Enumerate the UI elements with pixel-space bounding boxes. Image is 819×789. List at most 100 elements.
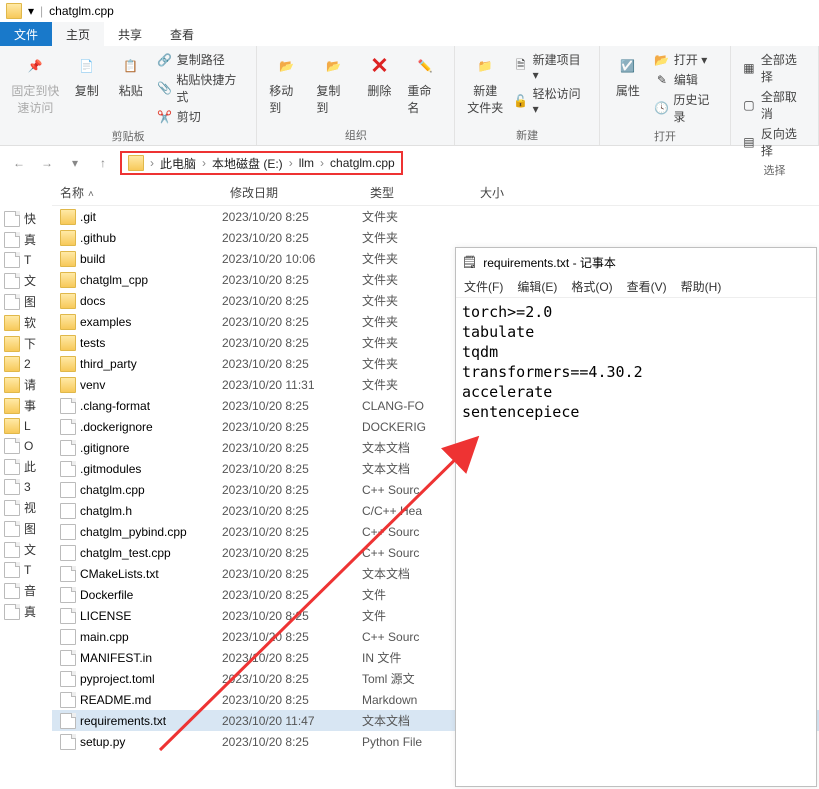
properties-button[interactable]: ☑️属性 xyxy=(608,50,648,101)
paste-button[interactable]: 📋粘贴 xyxy=(111,50,151,101)
pc-icon xyxy=(4,459,20,475)
invert-selection-button[interactable]: ▤反向选择 xyxy=(739,124,810,160)
select-all-button[interactable]: ▦全部选择 xyxy=(739,50,810,86)
notepad-body[interactable]: torch>=2.0 tabulate tqdm transformers==4… xyxy=(456,298,816,426)
recent-button[interactable]: ▾ xyxy=(64,152,86,174)
sidebar-item[interactable]: 快 xyxy=(0,208,52,229)
sidebar-item[interactable]: T xyxy=(0,250,52,270)
header-size[interactable]: 大小 xyxy=(472,184,532,201)
up-button[interactable]: ↑ xyxy=(92,152,114,174)
sidebar-item-label: 文 xyxy=(24,541,36,558)
sidebar-item[interactable]: 文 xyxy=(0,539,52,560)
move-to-button[interactable]: 📂移动到 xyxy=(265,50,308,118)
sidebar-item-label: 下 xyxy=(24,335,36,352)
file-name: tests xyxy=(80,336,105,350)
sidebar-item[interactable]: 文 xyxy=(0,270,52,291)
menu-format[interactable]: 格式(O) xyxy=(571,278,612,295)
sidebar-item[interactable]: O xyxy=(0,436,52,456)
notepad-title: requirements.txt - 记事本 xyxy=(483,254,616,271)
sidebar-item-label: 此 xyxy=(24,458,36,475)
menu-edit[interactable]: 编辑(E) xyxy=(517,278,557,295)
edit-button[interactable]: ✎编辑 xyxy=(652,70,722,89)
copy-path-button[interactable]: 🔗复制路径 xyxy=(155,50,249,69)
folder-icon xyxy=(60,293,76,309)
chevron-right-icon[interactable]: › xyxy=(287,156,295,170)
sidebar-item-label: 快 xyxy=(24,210,36,227)
chevron-right-icon[interactable]: › xyxy=(200,156,208,170)
sidebar-item[interactable]: 软 xyxy=(0,312,52,333)
sidebar-item[interactable]: 2 xyxy=(0,354,52,374)
sidebar-item-label: 2 xyxy=(24,357,31,371)
select-none-button[interactable]: ▢全部取消 xyxy=(739,87,810,123)
paste-shortcut-button[interactable]: 📎粘贴快捷方式 xyxy=(155,70,249,106)
sidebar-item[interactable]: 此 xyxy=(0,456,52,477)
cut-button[interactable]: ✂️剪切 xyxy=(155,107,249,126)
tab-file[interactable]: 文件 xyxy=(0,22,52,46)
tab-home[interactable]: 主页 xyxy=(52,22,104,46)
file-date: 2023/10/20 8:25 xyxy=(222,651,362,665)
pic-icon xyxy=(4,521,20,537)
delete-button[interactable]: ✕删除 xyxy=(359,50,399,101)
breadcrumb-dir2[interactable]: chatglm.cpp xyxy=(330,156,395,170)
sidebar-item-label: O xyxy=(24,439,33,453)
file-date: 2023/10/20 8:25 xyxy=(222,735,362,749)
file-name: chatglm_cpp xyxy=(80,273,148,287)
back-button[interactable]: ← xyxy=(8,152,30,174)
easy-access-button[interactable]: 🔓轻松访问 ▾ xyxy=(511,84,591,117)
sidebar-item[interactable]: 视 xyxy=(0,497,52,518)
chevron-right-icon[interactable]: › xyxy=(148,156,156,170)
chevron-right-icon[interactable]: › xyxy=(318,156,326,170)
sidebar-item[interactable]: 事 xyxy=(0,395,52,416)
pic-icon xyxy=(4,294,20,310)
rename-button[interactable]: ✏️重命名 xyxy=(403,50,446,118)
menu-view[interactable]: 查看(V) xyxy=(627,278,667,295)
sidebar-item[interactable]: 图 xyxy=(0,518,52,539)
sidebar-item[interactable]: T xyxy=(0,560,52,580)
nav-sidebar[interactable]: 快真T文图软下2请事LO此3视图文T音真 xyxy=(0,180,52,789)
forward-button[interactable]: → xyxy=(36,152,58,174)
file-name: .github xyxy=(80,231,116,245)
sidebar-item[interactable]: 真 xyxy=(0,229,52,250)
file-name: .gitignore xyxy=(80,441,129,455)
breadcrumb-dir1[interactable]: llm xyxy=(299,156,314,170)
breadcrumb-pc[interactable]: 此电脑 xyxy=(160,155,196,172)
file-type: 文件夹 xyxy=(362,229,472,246)
header-date[interactable]: 修改日期 xyxy=(222,184,362,201)
tab-share[interactable]: 共享 xyxy=(104,22,156,46)
copy-button[interactable]: 📄复制 xyxy=(67,50,107,101)
file-row[interactable]: .github2023/10/20 8:25文件夹 xyxy=(52,227,819,248)
breadcrumb-drive[interactable]: 本地磁盘 (E:) xyxy=(212,155,283,172)
sidebar-item[interactable]: 真 xyxy=(0,601,52,622)
sidebar-item[interactable]: 请 xyxy=(0,374,52,395)
file-name: chatglm.cpp xyxy=(80,483,145,497)
sidebar-item[interactable]: 图 xyxy=(0,291,52,312)
new-item-button[interactable]: 🗎新建项目 ▾ xyxy=(511,50,591,83)
file-date: 2023/10/20 8:25 xyxy=(222,420,362,434)
sidebar-item[interactable]: 下 xyxy=(0,333,52,354)
file-date: 2023/10/20 10:06 xyxy=(222,252,362,266)
sidebar-item[interactable]: L xyxy=(0,416,52,436)
menu-help[interactable]: 帮助(H) xyxy=(681,278,722,295)
history-button[interactable]: 🕓历史记录 xyxy=(652,90,722,126)
header-type[interactable]: 类型 xyxy=(362,184,472,201)
sidebar-item[interactable]: 音 xyxy=(0,580,52,601)
notepad-window[interactable]: 🗒 requirements.txt - 记事本 文件(F) 编辑(E) 格式(… xyxy=(455,247,817,787)
file-icon xyxy=(60,566,76,582)
sidebar-item[interactable]: 3 xyxy=(0,477,52,497)
file-date: 2023/10/20 8:25 xyxy=(222,399,362,413)
tab-view[interactable]: 查看 xyxy=(156,22,208,46)
breadcrumb[interactable]: › 此电脑 › 本地磁盘 (E:) › llm › chatglm.cpp xyxy=(120,151,403,175)
file-row[interactable]: .git2023/10/20 8:25文件夹 xyxy=(52,206,819,227)
ribbon-tabs: 文件 主页 共享 查看 xyxy=(0,22,819,46)
music-icon xyxy=(4,583,20,599)
header-name[interactable]: 名称˄ xyxy=(52,184,222,201)
menu-file[interactable]: 文件(F) xyxy=(464,278,503,295)
qat-save-icon[interactable]: ▾ xyxy=(28,4,34,18)
open-button[interactable]: 📂打开 ▾ xyxy=(652,50,722,69)
file-icon xyxy=(60,419,76,435)
notepad-titlebar[interactable]: 🗒 requirements.txt - 记事本 xyxy=(456,248,816,276)
file-name: chatglm_test.cpp xyxy=(80,546,171,560)
pin-button[interactable]: 📌固定到快 速访问 xyxy=(8,50,63,118)
copy-to-button[interactable]: 📂复制到 xyxy=(312,50,355,118)
new-folder-button[interactable]: 📁新建 文件夹 xyxy=(463,50,506,118)
